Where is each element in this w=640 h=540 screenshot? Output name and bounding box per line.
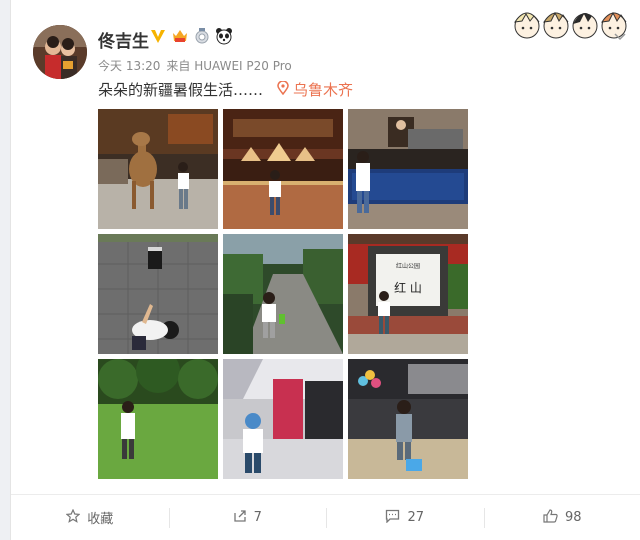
repost-icon [233,509,247,527]
photo-park-path-kid[interactable] [223,234,343,354]
favorite-label: 收藏 [87,512,114,527]
verified-icon[interactable] [149,27,167,45]
comment-icon [385,509,400,527]
like-button[interactable]: 98 [483,495,640,540]
comment-count: 27 [407,510,425,525]
post-source: 来自 HUAWEI P20 Pro [166,59,292,73]
comment-button[interactable]: 27 [326,495,484,540]
like-count: 98 [564,510,582,525]
location-link[interactable]: 乌鲁木齐 [277,79,353,100]
post-content: 朵朵的新疆暑假生活…… 乌鲁木齐 [98,79,353,100]
repost-button[interactable]: 7 [168,495,327,540]
like-icon [543,508,558,527]
location-pin-icon [277,79,289,99]
photo-hongshan-sign-kid[interactable]: 红山公园 红 山 [348,234,468,354]
repost-count: 7 [253,510,262,525]
weibo-post-card: 佟吉生 今天 13:20 来自 HUAWEI P20 Pro 朵朵的新疆暑假生活… [10,0,640,540]
photo-restaurant-kid[interactable] [348,109,468,229]
photo-mall-luggage-kid[interactable] [348,359,468,479]
vip-crown-icon[interactable] [171,27,189,45]
location-label: 乌鲁木齐 [293,81,354,99]
chevron-down-icon[interactable] [614,30,626,44]
post-actions-bar: 收藏 7 27 98 [11,494,640,540]
star-icon [65,508,81,527]
panda-icon[interactable] [215,27,233,45]
photo-square-kid[interactable] [98,234,218,354]
stele-big-text: 红 山 [394,280,422,295]
photo-mall-kid[interactable] [223,359,343,479]
post-text: 朵朵的新疆暑假生活…… [98,81,264,99]
favorite-button[interactable]: 收藏 [11,495,169,540]
post-meta: 今天 13:20 来自 HUAWEI P20 Pro [98,57,292,74]
badge-row [149,27,233,45]
medal-icon[interactable] [193,27,211,45]
post-time[interactable]: 今天 13:20 [98,57,160,74]
avatar[interactable] [33,25,87,79]
photo-lawn-kid[interactable] [98,359,218,479]
stele-small-text: 红山公园 [396,262,420,270]
photo-camel-kid[interactable] [98,109,218,229]
photo-bakery-kid[interactable] [223,109,343,229]
username[interactable]: 佟吉生 [98,27,149,52]
